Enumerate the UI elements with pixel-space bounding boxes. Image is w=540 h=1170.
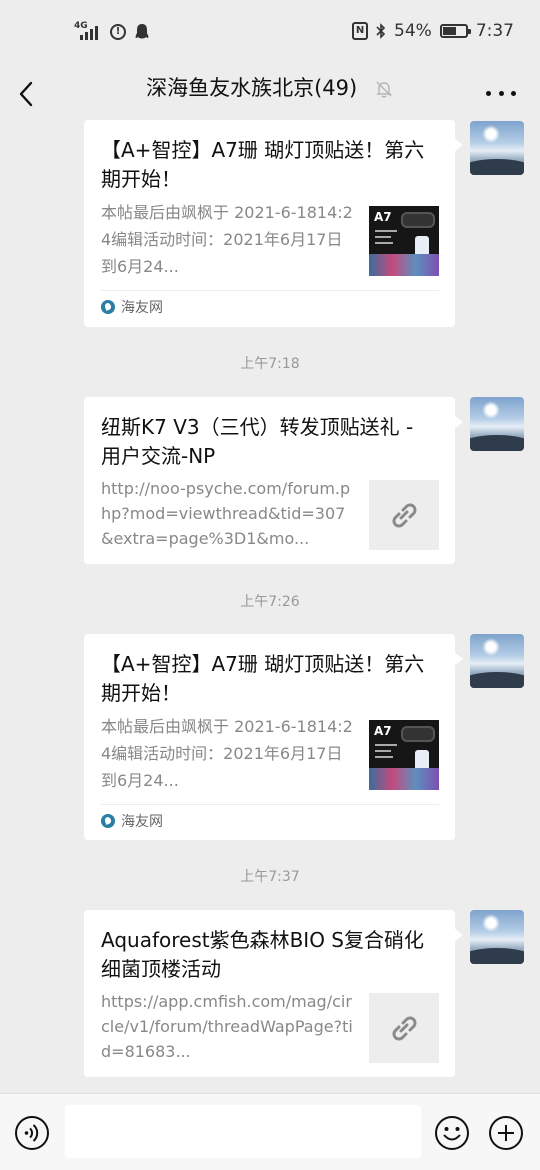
thumbnail-label: A7 <box>374 724 392 738</box>
message-timestamp: 上午7:37 <box>240 869 300 885</box>
card-description: https://app.cmfish.com/mag/circle/v1/for… <box>101 992 353 1061</box>
page-title: 深海鱼友水族北京(49) <box>0 74 540 102</box>
battery-percent: 54% <box>394 21 432 41</box>
message-link-card[interactable]: 纽斯K7 V3（三代）转发顶贴送礼 - 用户交流-NP http://noo-p… <box>84 397 463 564</box>
card-title: 纽斯K7 V3（三代）转发顶贴送礼 - 用户交流-NP <box>101 415 414 468</box>
plus-icon <box>489 1116 523 1150</box>
link-icon <box>392 1016 417 1041</box>
mute-bell-icon <box>376 81 392 98</box>
dot-icon <box>511 90 516 96</box>
bluetooth-icon <box>376 23 386 39</box>
source-name: 海友网 <box>121 300 163 316</box>
chat-input-bar <box>0 1093 540 1170</box>
card-title: 【A+智控】A7珊 瑚灯顶贴送！第六期开始！ <box>101 652 425 705</box>
source-logo-icon <box>101 300 115 314</box>
avatar[interactable] <box>470 397 524 451</box>
clock: 7:37 <box>475 21 514 41</box>
source-logo-icon <box>101 814 115 828</box>
avatar[interactable] <box>470 121 524 175</box>
nfc-icon: N <box>352 22 369 40</box>
link-thumbnail <box>369 480 439 550</box>
link-icon <box>392 503 417 528</box>
message-article-card[interactable]: 【A+智控】A7珊 瑚灯顶贴送！第六期开始！ 本帖最后由飒枫于 2021-6-1… <box>84 120 463 327</box>
chat-title: 深海鱼友水族北京(49) <box>146 76 358 100</box>
article-thumbnail: A7 <box>369 720 439 790</box>
message-article-card[interactable]: 【A+智控】A7珊 瑚灯顶贴送！第六期开始！ 本帖最后由飒枫于 2021-6-1… <box>84 634 463 840</box>
status-bar: 4G ! N 54% 7:37 <box>0 0 540 66</box>
card-title: Aquaforest紫色森林BIO S复合硝化细菌顶楼活动 <box>101 928 424 981</box>
thumbnail-label: A7 <box>374 210 392 224</box>
dot-icon <box>486 90 491 96</box>
message-timestamp: 上午7:26 <box>240 594 300 610</box>
message-input[interactable] <box>65 1105 421 1158</box>
alert-icon: ! <box>110 24 126 40</box>
card-source: 海友网 <box>101 804 439 837</box>
link-thumbnail <box>369 993 439 1063</box>
voice-input-button[interactable] <box>14 1115 50 1151</box>
voice-icon <box>15 1116 49 1150</box>
card-source: 海友网 <box>101 290 439 323</box>
message-timestamp: 上午7:18 <box>240 356 300 372</box>
qq-notification-icon <box>135 24 149 39</box>
card-description: http://noo-psyche.com/forum.php?mod=view… <box>101 479 351 548</box>
message-link-card[interactable]: Aquaforest紫色森林BIO S复合硝化细菌顶楼活动 https://ap… <box>84 910 463 1077</box>
card-description: 本帖最后由飒枫于 2021-6-1814:24编辑活动时间：2021年6月17日… <box>101 717 353 790</box>
article-thumbnail: A7 <box>369 206 439 276</box>
emoji-icon <box>435 1116 469 1150</box>
cellular-signal-icon: 4G <box>74 22 102 42</box>
avatar[interactable] <box>470 634 524 688</box>
battery-icon <box>439 24 471 38</box>
chat-header: 深海鱼友水族北京(49) <box>0 66 540 122</box>
card-title: 【A+智控】A7珊 瑚灯顶贴送！第六期开始！ <box>101 138 425 191</box>
more-actions-button[interactable] <box>488 1115 524 1151</box>
more-options-button[interactable] <box>486 78 516 108</box>
source-name: 海友网 <box>121 814 163 830</box>
dot-icon <box>498 90 504 96</box>
card-description: 本帖最后由飒枫于 2021-6-1814:24编辑活动时间：2021年6月17日… <box>101 203 353 276</box>
avatar[interactable] <box>470 910 524 964</box>
emoji-button[interactable] <box>434 1115 470 1151</box>
